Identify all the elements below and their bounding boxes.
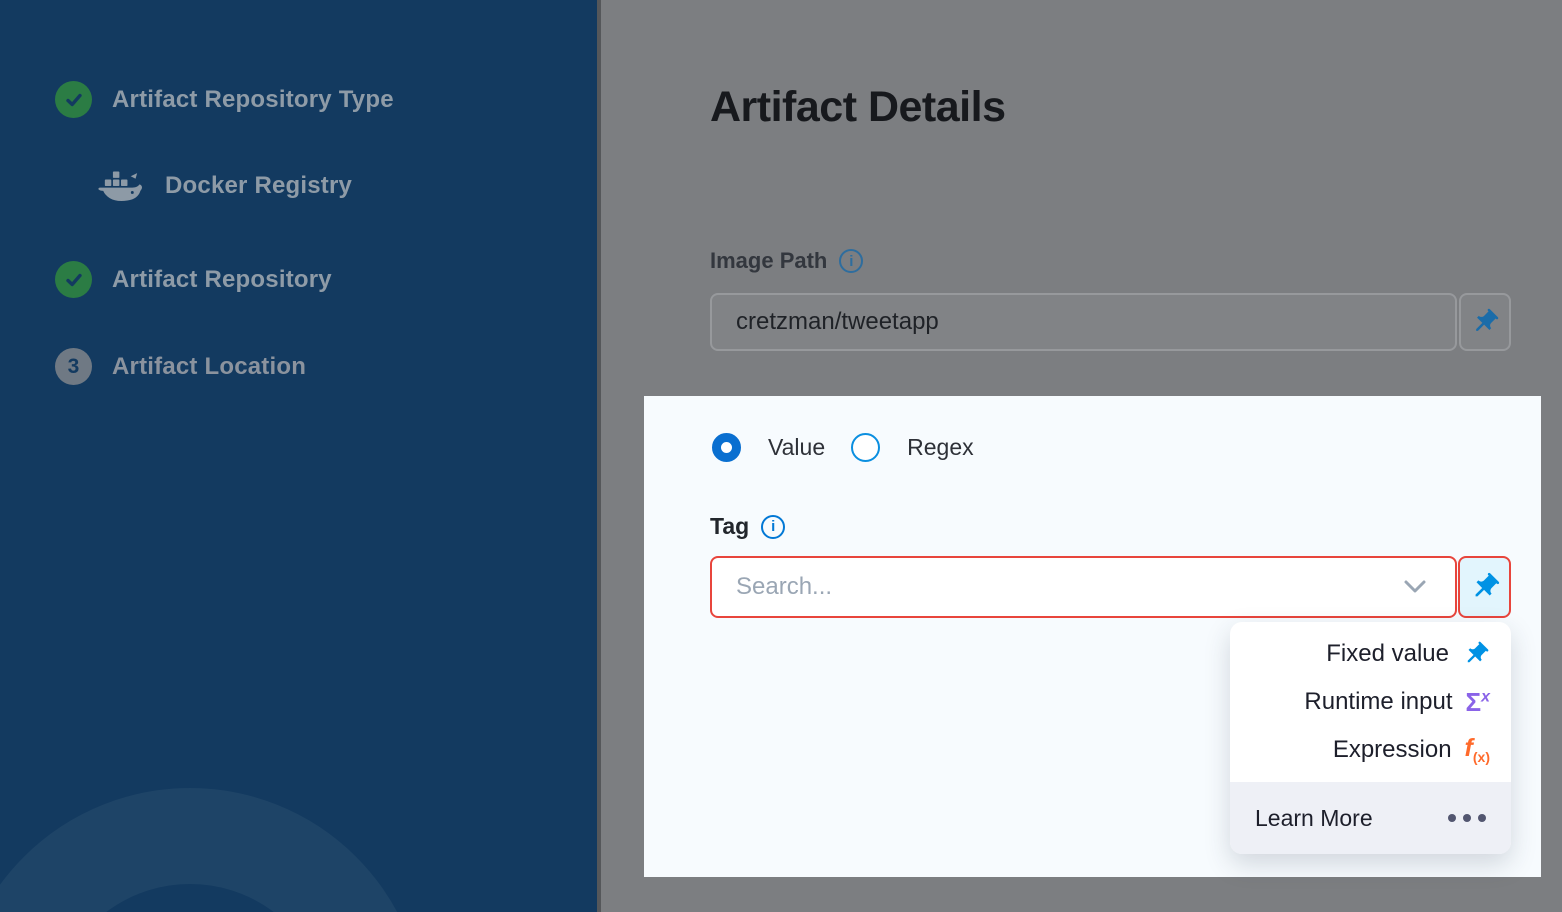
sigma-icon: Σx bbox=[1465, 689, 1490, 715]
radio-selected-icon[interactable] bbox=[712, 433, 741, 462]
selected-registry-type: Docker Registry bbox=[95, 165, 352, 207]
menu-item-expression[interactable]: Expression f(x) bbox=[1230, 726, 1511, 774]
chevron-down-icon[interactable] bbox=[1400, 577, 1430, 597]
menu-items: Fixed value Runtime input Σx Expression … bbox=[1230, 622, 1511, 782]
image-path-label: Image Path bbox=[710, 248, 827, 274]
menu-item-label: Expression bbox=[1333, 736, 1452, 764]
tag-label: Tag bbox=[710, 513, 749, 540]
step-complete-check-icon bbox=[55, 81, 92, 118]
step-number-badge: 3 bbox=[55, 348, 92, 385]
radio-option-value[interactable]: Value bbox=[712, 433, 825, 462]
check-icon bbox=[64, 270, 84, 290]
tag-search-input[interactable] bbox=[710, 556, 1457, 618]
menu-item-runtime-input[interactable]: Runtime input Σx bbox=[1230, 678, 1511, 726]
pin-icon bbox=[1469, 571, 1501, 603]
value-type-dropdown-menu: Fixed value Runtime input Σx Expression … bbox=[1230, 622, 1511, 854]
check-icon bbox=[64, 90, 84, 110]
step-artifact-location[interactable]: 3 Artifact Location bbox=[55, 348, 306, 385]
radio-option-regex[interactable]: Regex bbox=[851, 433, 973, 462]
image-path-label-row: Image Path i bbox=[710, 248, 863, 274]
image-path-input[interactable] bbox=[710, 293, 1457, 351]
artifact-wizard-screen: Artifact Repository Type Docker Registry bbox=[0, 0, 1562, 912]
fx-icon: f(x) bbox=[1465, 736, 1490, 764]
radio-label[interactable]: Value bbox=[768, 434, 825, 461]
sidebar-divider bbox=[597, 0, 601, 912]
radio-unselected-icon[interactable] bbox=[851, 433, 880, 462]
step-label: Artifact Repository Type bbox=[112, 86, 394, 114]
info-icon[interactable]: i bbox=[839, 249, 863, 273]
page-title: Artifact Details bbox=[710, 83, 1005, 132]
step-artifact-repository[interactable]: Artifact Repository bbox=[55, 261, 332, 298]
docker-whale-icon bbox=[95, 165, 147, 207]
ellipsis-icon[interactable] bbox=[1448, 814, 1486, 822]
pin-icon bbox=[1470, 307, 1500, 337]
learn-more-link[interactable]: Learn More bbox=[1255, 805, 1373, 832]
info-icon[interactable]: i bbox=[761, 515, 785, 539]
step-label: Artifact Location bbox=[112, 353, 306, 381]
tag-pin-button[interactable] bbox=[1458, 556, 1511, 618]
tag-label-row: Tag i bbox=[710, 513, 785, 540]
menu-item-label: Fixed value bbox=[1326, 640, 1449, 668]
step-complete-check-icon bbox=[55, 261, 92, 298]
menu-item-label: Runtime input bbox=[1304, 688, 1452, 716]
menu-footer: Learn More bbox=[1230, 782, 1511, 854]
tag-type-radio-group: Value Regex bbox=[712, 433, 974, 462]
radio-label[interactable]: Regex bbox=[907, 434, 973, 461]
registry-type-label: Docker Registry bbox=[165, 172, 352, 200]
decorative-arc bbox=[0, 788, 425, 912]
pin-icon bbox=[1462, 640, 1490, 668]
image-path-pin-button[interactable] bbox=[1459, 293, 1511, 351]
menu-item-fixed-value[interactable]: Fixed value bbox=[1230, 630, 1511, 678]
step-artifact-repository-type[interactable]: Artifact Repository Type bbox=[55, 81, 394, 118]
wizard-steps-sidebar: Artifact Repository Type Docker Registry bbox=[0, 0, 597, 912]
step-label: Artifact Repository bbox=[112, 266, 332, 294]
